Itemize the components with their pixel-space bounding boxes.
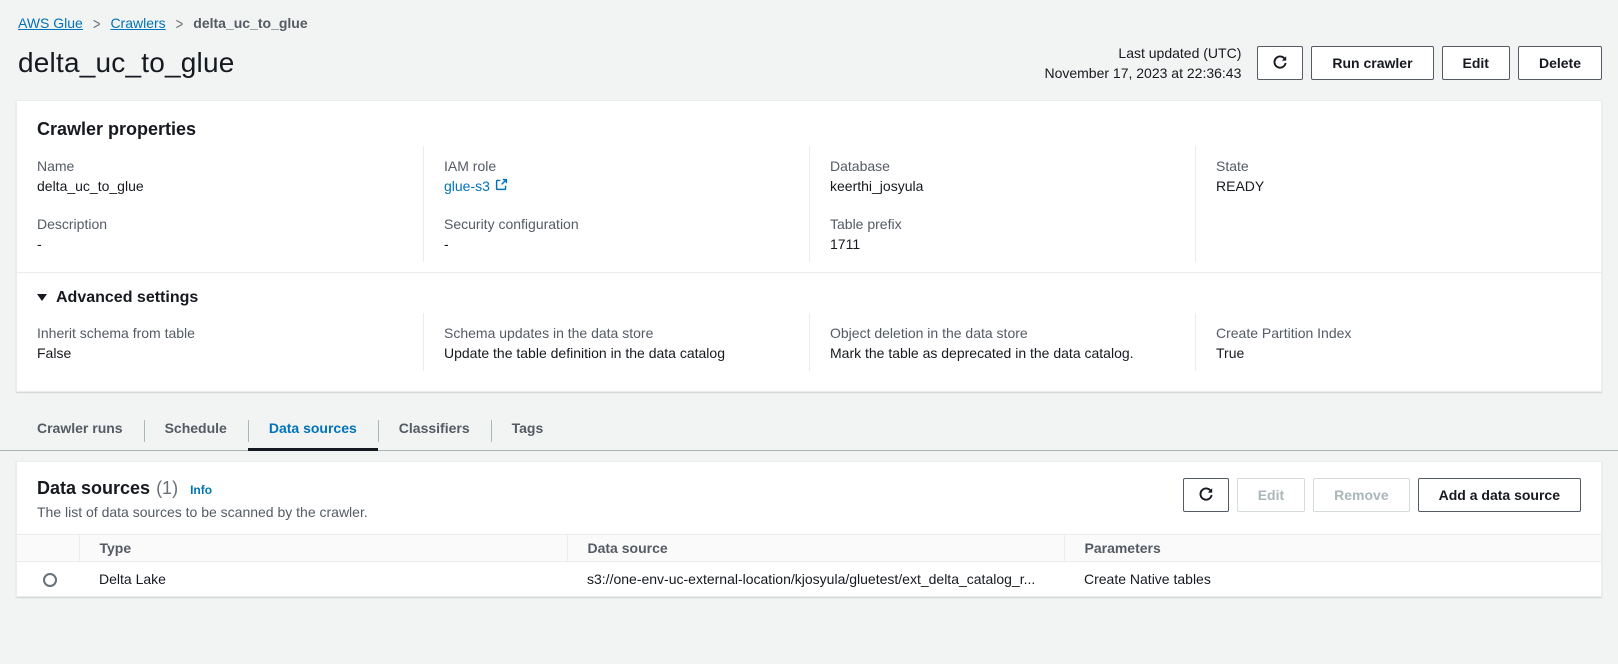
last-updated: Last updated (UTC) November 17, 2023 at … [1044, 43, 1241, 84]
inherit-schema-value: False [37, 345, 403, 361]
header-actions: Last updated (UTC) November 17, 2023 at … [1044, 43, 1602, 84]
table-row: Delta Lake s3://one-env-uc-external-loca… [17, 561, 1601, 596]
advanced-settings-label: Advanced settings [56, 289, 198, 307]
caret-down-icon [37, 294, 47, 301]
data-source-column-header: Data source [567, 534, 1064, 561]
tab-crawler-runs[interactable]: Crawler runs [16, 412, 144, 451]
data-sources-table: Type Data source Parameters Delta Lake s… [17, 534, 1601, 596]
refresh-icon [1198, 487, 1214, 503]
properties-divider [17, 272, 1601, 273]
breadcrumb-current: delta_uc_to_glue [193, 15, 307, 31]
partition-index-value: True [1216, 345, 1561, 361]
data-sources-count: (1) [156, 478, 178, 499]
edit-crawler-button[interactable]: Edit [1442, 46, 1510, 80]
security-configuration-value: - [444, 236, 789, 252]
row-radio-button[interactable] [43, 573, 57, 587]
data-sources-heading-block: Data sources (1) Info The list of data s… [37, 478, 368, 520]
data-sources-refresh-button[interactable] [1183, 478, 1229, 512]
last-updated-timestamp: November 17, 2023 at 22:36:43 [1044, 63, 1241, 83]
row-parameters-cell: Create Native tables [1064, 561, 1601, 596]
breadcrumb-link-aws-glue[interactable]: AWS Glue [18, 15, 83, 31]
data-sources-panel: Data sources (1) Info The list of data s… [16, 461, 1602, 597]
selection-column-header [17, 534, 79, 561]
object-deletion-label: Object deletion in the data store [830, 325, 1175, 341]
empty-cell [1195, 204, 1581, 262]
security-configuration-label: Security configuration [444, 216, 789, 232]
add-data-source-button[interactable]: Add a data source [1418, 478, 1581, 512]
database-value: keerthi_josyula [830, 178, 1175, 194]
description-label: Description [37, 216, 403, 232]
page-title: delta_uc_to_glue [18, 47, 235, 79]
data-sources-title: Data sources [37, 478, 150, 499]
tab-tags[interactable]: Tags [491, 412, 565, 451]
last-updated-label: Last updated (UTC) [1044, 43, 1241, 63]
delete-crawler-button[interactable]: Delete [1518, 46, 1602, 80]
row-select-cell [17, 561, 79, 596]
database-label: Database [830, 158, 1175, 174]
table-prefix-label: Table prefix [830, 216, 1175, 232]
table-header-row: Type Data source Parameters [17, 534, 1601, 561]
type-column-header: Type [79, 534, 567, 561]
refresh-icon [1272, 55, 1288, 71]
crawler-properties-title: Crawler properties [37, 119, 1581, 140]
parameters-column-header: Parameters [1064, 534, 1601, 561]
page-header: AWS Glue > Crawlers > delta_uc_to_glue d… [0, 0, 1618, 84]
data-source-remove-button[interactable]: Remove [1313, 478, 1409, 512]
schema-updates-label: Schema updates in the data store [444, 325, 789, 341]
external-link-icon [495, 178, 508, 194]
tab-classifiers[interactable]: Classifiers [378, 412, 491, 451]
state-value: READY [1216, 178, 1561, 194]
crawler-properties-grid: Name delta_uc_to_glue IAM role glue-s3 D… [37, 146, 1581, 262]
name-value: delta_uc_to_glue [37, 178, 403, 194]
object-deletion-value: Mark the table as deprecated in the data… [830, 345, 1175, 361]
crawler-properties-panel: Crawler properties Name delta_uc_to_glue… [16, 100, 1602, 392]
breadcrumb-separator-icon: > [176, 13, 184, 33]
inherit-schema-label: Inherit schema from table [37, 325, 403, 341]
row-source-cell: s3://one-env-uc-external-location/kjosyu… [567, 561, 1064, 596]
schema-updates-value: Update the table definition in the data … [444, 345, 789, 361]
iam-role-value: glue-s3 [444, 178, 490, 194]
partition-index-label: Create Partition Index [1216, 325, 1561, 341]
state-label: State [1216, 158, 1561, 174]
row-type-cell: Delta Lake [79, 561, 567, 596]
info-link[interactable]: Info [190, 483, 212, 497]
tab-schedule[interactable]: Schedule [144, 412, 248, 451]
description-value: - [37, 236, 403, 252]
iam-role-link[interactable]: glue-s3 [444, 178, 508, 194]
refresh-button[interactable] [1257, 46, 1303, 80]
name-label: Name [37, 158, 403, 174]
data-sources-description: The list of data sources to be scanned b… [37, 504, 368, 520]
tab-data-sources[interactable]: Data sources [248, 412, 378, 451]
table-prefix-value: 1711 [830, 236, 1175, 252]
advanced-settings-grid: Inherit schema from table False Schema u… [37, 313, 1581, 371]
run-crawler-button[interactable]: Run crawler [1311, 46, 1433, 80]
advanced-settings-toggle[interactable]: Advanced settings [37, 289, 198, 307]
breadcrumb: AWS Glue > Crawlers > delta_uc_to_glue [18, 15, 1602, 31]
iam-role-label: IAM role [444, 158, 789, 174]
data-sources-actions: Edit Remove Add a data source [1183, 478, 1581, 512]
breadcrumb-link-crawlers[interactable]: Crawlers [110, 15, 165, 31]
data-source-edit-button[interactable]: Edit [1237, 478, 1305, 512]
tab-bar: Crawler runs Schedule Data sources Class… [0, 412, 1618, 451]
breadcrumb-separator-icon: > [93, 13, 101, 33]
